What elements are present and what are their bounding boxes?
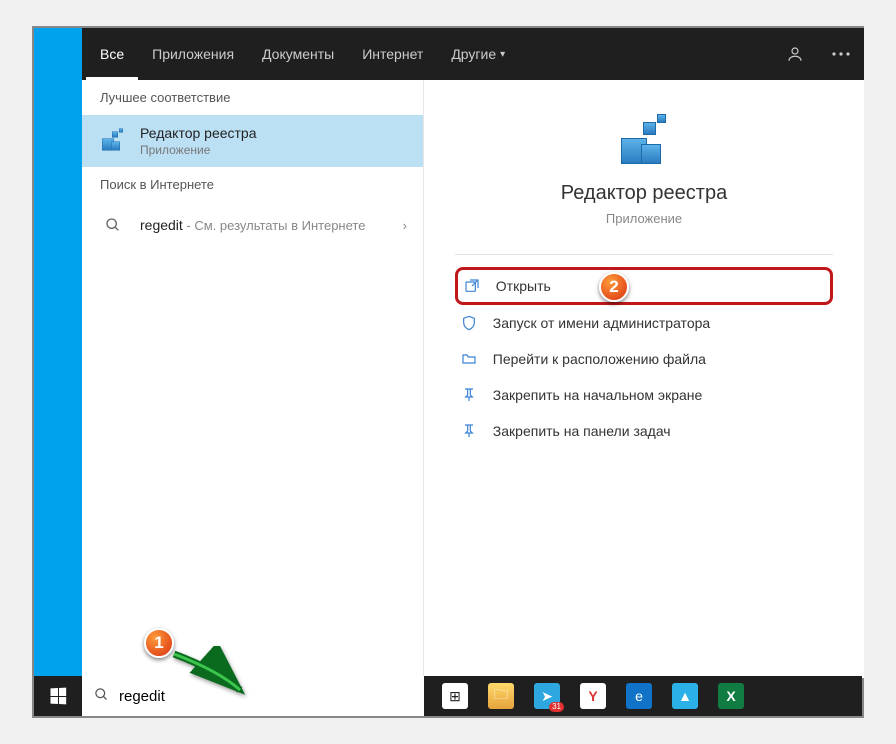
annotation-arrow-1 xyxy=(164,646,254,711)
action-pin-start[interactable]: Закрепить на начальном экране xyxy=(455,377,833,413)
taskbar-app-edge[interactable]: e xyxy=(616,676,662,716)
shield-icon xyxy=(459,313,479,333)
windows-logo-icon xyxy=(50,688,66,705)
action-pin-taskbar[interactable]: Закрепить на панели задач xyxy=(455,413,833,449)
pin-icon xyxy=(459,385,479,405)
section-best-match: Лучшее соответствие xyxy=(82,80,423,115)
divider xyxy=(455,254,833,255)
annotated-frame: Все Приложения Документы Интернет Другие… xyxy=(32,26,864,718)
web-result-text: regedit - См. результаты в Интернете xyxy=(140,217,365,233)
search-content: Лучшее соответствие Редактор реестра При… xyxy=(82,80,864,678)
action-location-label: Перейти к расположению файла xyxy=(493,351,706,367)
annotation-step-2: 2 xyxy=(599,272,629,302)
tab-apps[interactable]: Приложения xyxy=(138,28,248,80)
open-icon xyxy=(462,276,482,296)
tab-all[interactable]: Все xyxy=(86,28,138,80)
folder-icon xyxy=(459,349,479,369)
start-button[interactable] xyxy=(34,676,82,716)
taskbar-app-photos[interactable]: ▲ xyxy=(662,676,708,716)
taskbar-app-excel[interactable]: X xyxy=(708,676,754,716)
desktop-left-accent xyxy=(34,28,82,716)
taskbar-app-explorer[interactable]: 🗀 xyxy=(478,676,524,716)
taskbar-app-yandex[interactable]: Y xyxy=(570,676,616,716)
action-admin-label: Запуск от имени администратора xyxy=(493,315,710,331)
action-open-label: Открыть xyxy=(496,278,551,294)
search-icon xyxy=(94,687,109,706)
result-subtitle: Приложение xyxy=(140,143,257,157)
action-open[interactable]: Открыть xyxy=(455,267,833,305)
search-icon xyxy=(100,212,126,238)
result-title: Редактор реестра xyxy=(140,125,257,141)
taskbar-app-telegram[interactable]: ➤31 xyxy=(524,676,570,716)
tab-more[interactable]: Другие ▾ xyxy=(437,28,519,80)
action-open-location[interactable]: Перейти к расположению файла xyxy=(455,341,833,377)
section-web: Поиск в Интернете xyxy=(82,167,423,202)
more-options-icon[interactable] xyxy=(818,28,864,80)
preview-pane: Редактор реестра Приложение Открыть xyxy=(424,80,864,678)
result-text: Редактор реестра Приложение xyxy=(140,125,257,157)
tab-internet[interactable]: Интернет xyxy=(348,28,437,80)
action-run-admin[interactable]: Запуск от имени администратора xyxy=(455,305,833,341)
tab-documents[interactable]: Документы xyxy=(248,28,348,80)
preview-title: Редактор реестра xyxy=(561,182,727,205)
chevron-down-icon: ▾ xyxy=(500,49,505,60)
taskbar-pinned-apps: ⊞ 🗀 ➤31 Y e ▲ X xyxy=(432,676,754,716)
taskbar: ⊞ 🗀 ➤31 Y e ▲ X xyxy=(34,676,862,716)
search-scope-tabs: Все Приложения Документы Интернет Другие… xyxy=(82,28,864,80)
preview-app-icon xyxy=(617,114,671,168)
web-suffix: - См. результаты в Интернете xyxy=(183,218,366,233)
result-regedit[interactable]: Редактор реестра Приложение xyxy=(82,115,423,167)
regedit-icon xyxy=(100,128,126,154)
results-list: Лучшее соответствие Редактор реестра При… xyxy=(82,80,424,678)
pin-icon xyxy=(459,421,479,441)
annotation-step-1: 1 xyxy=(144,628,174,658)
tab-more-label: Другие xyxy=(451,46,496,62)
result-web-search[interactable]: regedit - См. результаты в Интернете › xyxy=(82,202,423,248)
preview-subtitle: Приложение xyxy=(606,211,682,226)
action-pin-start-label: Закрепить на начальном экране xyxy=(493,387,703,403)
chevron-right-icon: › xyxy=(403,218,407,233)
web-query: regedit xyxy=(140,217,183,233)
search-input[interactable] xyxy=(119,688,412,705)
action-pin-taskbar-label: Закрепить на панели задач xyxy=(493,423,671,439)
taskbar-app-store[interactable]: ⊞ xyxy=(432,676,478,716)
account-icon[interactable] xyxy=(772,28,818,80)
action-list: Открыть Запуск от имени администратора П… xyxy=(455,267,833,449)
notification-badge: 31 xyxy=(549,702,564,712)
search-results-panel: Все Приложения Документы Интернет Другие… xyxy=(82,28,864,678)
